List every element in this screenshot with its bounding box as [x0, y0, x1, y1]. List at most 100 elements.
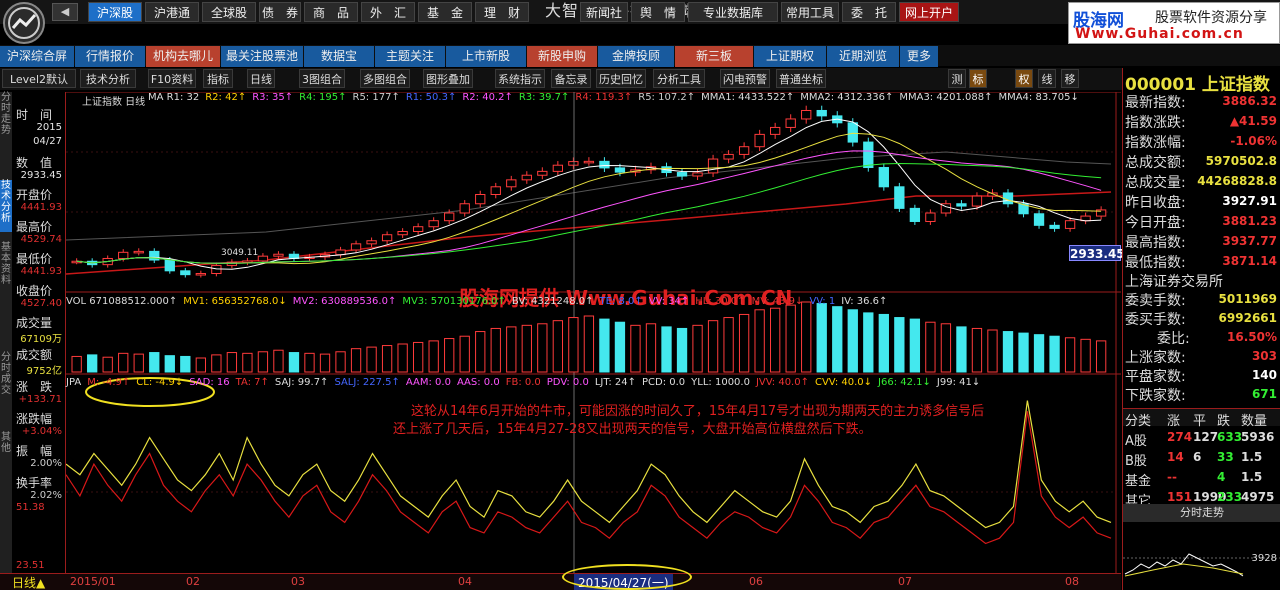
logo-text-b: 股票软件资源分享 — [1155, 10, 1267, 26]
info-label-5: 最低价 — [16, 252, 53, 266]
info-label-4: 最高价 — [16, 220, 53, 234]
top-tab-11[interactable]: 常用工具 — [781, 2, 839, 22]
candle-body — [1049, 224, 1060, 229]
top-tab-9[interactable]: 舆 情 — [631, 2, 685, 22]
func-btn-13[interactable]: 普通坐标 — [776, 69, 826, 88]
stat-label-6: 今日开盘: — [1125, 215, 1186, 231]
quicknav-7[interactable]: 新股申购 — [527, 46, 597, 67]
quicknav-6[interactable]: 上市新股 — [446, 46, 526, 67]
top-tab-13[interactable]: 网上开户 — [899, 2, 959, 22]
top-tab-2[interactable]: 全球股 — [202, 2, 256, 22]
top-tab-3[interactable]: 债 券 — [259, 2, 301, 22]
candle-body — [273, 253, 284, 257]
quicknav-3[interactable]: 最关注股票池 — [221, 46, 303, 67]
side-tab-1[interactable]: 技术分析 — [0, 180, 12, 232]
volume-bar — [909, 318, 921, 373]
info-value-8: 9752亿 — [26, 366, 62, 377]
table-head-4: 数量 — [1241, 414, 1268, 429]
candle-body — [381, 234, 393, 242]
top-tab-8[interactable]: 新闻社 — [580, 2, 628, 22]
quicknav-12[interactable]: 更多 — [900, 46, 938, 67]
func-btn-9[interactable]: 备忘录 — [551, 69, 591, 88]
func-btn-3[interactable]: 指标 — [203, 69, 233, 88]
candle-body — [738, 146, 750, 155]
info-value-4: 4529.74 — [20, 234, 62, 245]
candle-body — [847, 122, 858, 143]
stat-value-6: 3881.23 — [1222, 214, 1277, 228]
info-value-6: 4527.40 — [20, 298, 62, 309]
top-tab-12[interactable]: 委 托 — [842, 2, 896, 22]
top-tab-5[interactable]: 外 汇 — [361, 2, 415, 22]
top-tab-7[interactable]: 理 财 — [475, 2, 529, 22]
top-tab-0[interactable]: 沪深股 — [88, 2, 142, 22]
table-cell: 1.5 — [1241, 470, 1263, 484]
top-tab-10[interactable]: 专业数据库 — [688, 2, 778, 22]
quicknav-4[interactable]: 数据宝 — [304, 46, 374, 67]
stat-label-4: 总成交量: — [1125, 175, 1186, 191]
stat-label-7: 最高指数: — [1125, 235, 1186, 251]
volume-bar — [645, 323, 657, 373]
period-button[interactable]: 日线▲ — [12, 574, 45, 590]
quicknav-5[interactable]: 主题关注 — [375, 46, 445, 67]
func-btn-5[interactable]: 3图组合 — [299, 69, 345, 88]
chart-svg[interactable] — [65, 91, 1121, 573]
candle-body — [878, 167, 889, 188]
volume-bar — [894, 317, 905, 373]
volume-bar — [180, 355, 191, 373]
func-btn-14[interactable]: 测 — [948, 69, 966, 88]
table-cell: 127 — [1193, 430, 1219, 444]
info-label-11: 振 幅 — [16, 444, 53, 458]
side-tab-0[interactable]: 分时走势 — [0, 92, 12, 144]
chart-area[interactable] — [65, 91, 1121, 573]
stat-label-3: 总成交额: — [1125, 155, 1186, 171]
stat-label-1: 指数涨跌: — [1125, 115, 1186, 131]
side-tab-4[interactable]: 其他 — [0, 432, 12, 484]
info-label-9: 涨 跌 — [16, 380, 53, 394]
stat2-value-3: 303 — [1251, 349, 1277, 363]
date-tick-6: 08 — [1065, 575, 1079, 588]
top-tab-6[interactable]: 基 金 — [418, 2, 472, 22]
quicknav-11[interactable]: 近期浏览 — [827, 46, 899, 67]
func-btn-2[interactable]: F10资料 — [148, 69, 196, 88]
func-btn-7[interactable]: 图形叠加 — [423, 69, 473, 88]
top-tab-1[interactable]: 沪港通 — [145, 2, 199, 22]
app-root: { "app_title":"大智慧策略投资终端", "watermark_ce… — [0, 0, 1280, 590]
volume-bar — [630, 324, 641, 373]
func-btn-0[interactable]: Level2默认 — [2, 69, 76, 88]
quicknav-10[interactable]: 上证期权 — [754, 46, 826, 67]
candle-body — [257, 255, 269, 262]
top-tab-4[interactable]: 商 品 — [304, 2, 358, 22]
volume-bar — [987, 329, 998, 373]
func-btn-8[interactable]: 系统指示 — [495, 69, 545, 88]
candle-body — [490, 186, 501, 195]
volume-bar — [506, 326, 517, 373]
func-btn-6[interactable]: 多图组合 — [360, 69, 410, 88]
side-tab-3[interactable]: 分时成交 — [0, 352, 12, 404]
func-btn-16[interactable]: 权 — [1015, 69, 1033, 88]
volume-bar — [164, 355, 175, 373]
quicknav-9[interactable]: 新三板 — [675, 46, 753, 67]
mini-chart-title[interactable]: 分时走势 — [1123, 504, 1280, 522]
back-icon[interactable]: ◀ — [52, 3, 78, 21]
func-btn-18[interactable]: 移 — [1061, 69, 1079, 88]
logo-text-c: Www.Guhai.com.cn — [1075, 26, 1244, 42]
func-btn-4[interactable]: 日线 — [247, 69, 275, 88]
stat2-label-2: 委比: — [1157, 331, 1190, 347]
info-value-11: 2.00% — [30, 458, 62, 469]
index-name: 上证指数 — [1201, 75, 1270, 95]
quicknav-2[interactable]: 机构去哪儿 — [146, 46, 220, 67]
quicknav-0[interactable]: 沪深综合屏 — [0, 46, 74, 67]
side-tab-2[interactable]: 基本资料 — [0, 242, 12, 294]
func-btn-1[interactable]: 技术分析 — [80, 69, 136, 88]
func-btn-12[interactable]: 闪电预警 — [720, 69, 770, 88]
quicknav-1[interactable]: 行情报价 — [75, 46, 145, 67]
func-btn-17[interactable]: 线 — [1038, 69, 1056, 88]
info-value-2: 2933.45 — [20, 170, 62, 181]
func-btn-15[interactable]: 标 — [969, 69, 987, 88]
quicknav-8[interactable]: 金牌投顾 — [598, 46, 674, 67]
candle-body — [909, 207, 921, 222]
info-value-10: +3.04% — [21, 426, 62, 437]
func-btn-11[interactable]: 分析工具 — [653, 69, 705, 88]
func-btn-10[interactable]: 历史回忆 — [596, 69, 646, 88]
volume-bar — [242, 352, 253, 373]
